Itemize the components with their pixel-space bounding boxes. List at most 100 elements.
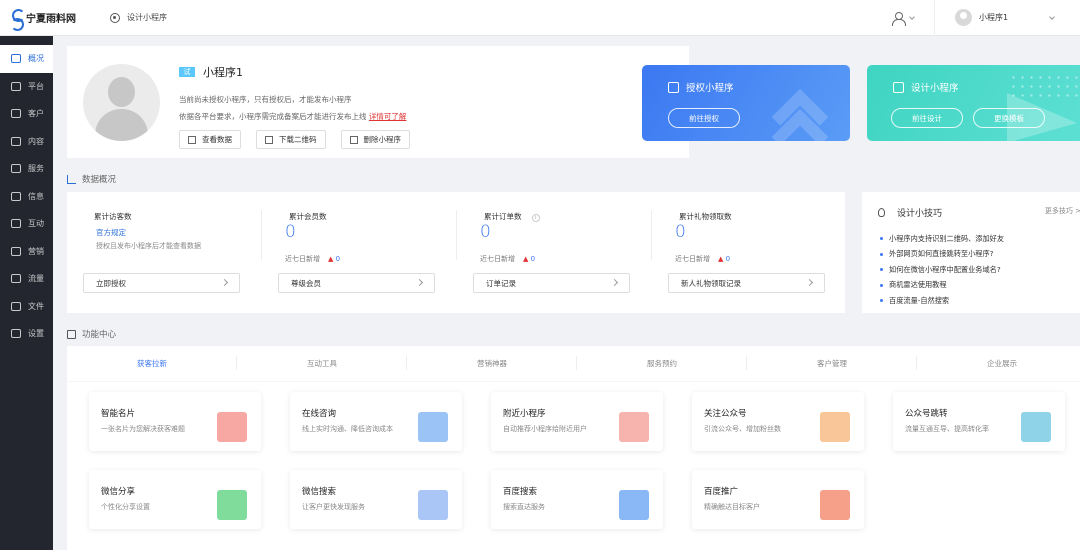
logo[interactable]: 宁夏雨料网	[10, 8, 88, 31]
account-name: 小程序1	[979, 13, 1009, 22]
service-icon	[11, 164, 21, 174]
sidebar-item-label: 设置	[28, 329, 44, 339]
feature-desc: 精确触达目标客户	[704, 503, 760, 511]
button-label: 订单记录	[486, 278, 516, 288]
stat-value: 0	[285, 222, 296, 242]
sidebar-item-settings[interactable]: 设置	[0, 320, 53, 348]
filing-details-link[interactable]: 详情可了解	[369, 112, 407, 121]
jump-icon	[1021, 412, 1051, 442]
feature-desc: 搜索直达服务	[503, 503, 545, 511]
gear-icon	[11, 329, 21, 339]
miniapp-icon	[893, 81, 904, 93]
account-switcher[interactable]: 小程序1	[934, 0, 1080, 36]
change-template-button[interactable]: 更换模板	[973, 108, 1045, 128]
sidebar-item-label: 概况	[28, 54, 44, 64]
sidebar-item-label: 营销	[28, 246, 44, 256]
feature-desc: 流量互通互导、提高转化率	[905, 425, 989, 433]
tab-customer-mgmt[interactable]: 客户管理	[747, 356, 917, 370]
tab-interaction[interactable]: 互动工具	[237, 356, 407, 370]
feature-title: 在线咨询	[302, 409, 337, 419]
feature-title: 附近小程序	[503, 409, 546, 419]
tip-item[interactable]: 如何在微信小程序中配置业务域名?	[880, 262, 1004, 278]
button-label: 立即授权	[96, 278, 126, 288]
sidebar-item-platform[interactable]: 平台	[0, 73, 53, 101]
button-label: 查看数据	[202, 135, 232, 144]
feature-card-follow-account[interactable]: 关注公众号 引流公众号、增加粉丝数	[692, 392, 864, 451]
feature-title: 百度推广	[704, 487, 739, 497]
sidebar-item-messages[interactable]: 信息	[0, 183, 53, 211]
tip-item[interactable]: 小程序内支持识别二维码、添加好友	[880, 231, 1004, 247]
view-data-button[interactable]: 查看数据	[179, 130, 241, 149]
week-label: 近七日新增	[285, 255, 320, 263]
sidebar-item-marketing[interactable]: 营销	[0, 238, 53, 266]
feature-card-wechat-share[interactable]: 微信分享 个性化分享设置	[89, 470, 261, 529]
stat-week: 近七日新增 ▲ 0	[480, 254, 535, 264]
stat-week: 近七日新增 ▲ 0	[285, 254, 340, 264]
sidebar-item-traffic[interactable]: 流量	[0, 265, 53, 293]
tag-icon	[11, 246, 21, 256]
authorize-card-title: 授权小程序	[686, 83, 734, 94]
tip-item[interactable]: 商机雷达使用教程	[880, 278, 1004, 294]
tip-item[interactable]: 外部网页如何直接跳转至小程序?	[880, 247, 1004, 263]
chart-icon	[11, 54, 21, 64]
tab-acquisition[interactable]: 获客拉新	[67, 356, 237, 370]
info-icon[interactable]: i	[531, 214, 540, 222]
megaphone-icon	[820, 490, 850, 520]
stat-note: 授权且发布小程序后才能查看数据	[96, 242, 201, 250]
user-icon	[11, 109, 21, 119]
tab-marketing[interactable]: 营销神器	[407, 356, 577, 370]
feature-card-account-jump[interactable]: 公众号跳转 流量互通互导、提高转化率	[893, 392, 1065, 451]
design-card: 设计小程序 前往设计 更换模板	[867, 65, 1080, 141]
button-label: 尊级会员	[291, 278, 321, 288]
up-arrow-icon: ▲	[718, 255, 724, 263]
authorize-now-button[interactable]: 立即授权	[83, 273, 240, 293]
sidebar-item-files[interactable]: 文件	[0, 293, 53, 321]
more-tips-link[interactable]: 更多技巧 >	[1045, 206, 1080, 216]
sidebar-item-service[interactable]: 服务	[0, 155, 53, 183]
chart-icon	[67, 174, 76, 184]
up-arrow-icon: ▲	[523, 255, 529, 263]
sidebar-item-overview[interactable]: 概况	[0, 45, 53, 73]
feature-card-online-consult[interactable]: 在线咨询 线上实时沟通、降低咨询成本	[290, 392, 462, 451]
button-label: 新人礼物领取记录	[681, 278, 741, 288]
week-value: 0	[725, 255, 731, 263]
document-icon	[11, 136, 21, 146]
go-design-button[interactable]: 前往设计	[891, 108, 963, 128]
chevron-down-icon	[909, 13, 915, 20]
order-records-button[interactable]: 订单记录	[473, 273, 630, 293]
tab-company-showcase[interactable]: 企业展示	[917, 358, 1080, 369]
section-title: 功能中心	[82, 330, 117, 340]
download-icon	[265, 135, 273, 144]
button-label: 下载二维码	[279, 135, 317, 144]
chevron-right-icon	[415, 278, 424, 287]
stat-label: 累计访客数	[94, 212, 132, 221]
app-switch-label: 设计小程序	[127, 13, 167, 22]
tab-booking[interactable]: 服务预约	[577, 356, 747, 370]
sidebar-item-interact[interactable]: 互动	[0, 210, 53, 238]
design-tips-panel: 设计小技巧 更多技巧 > 小程序内支持识别二维码、添加好友 外部网页如何直接跳转…	[862, 192, 1080, 313]
auth-notice: 当前尚未授权小程序，只有授权后，才能发布小程序	[179, 95, 352, 104]
feature-card-nearby[interactable]: 附近小程序 自动推荐小程序给附近用户	[491, 392, 663, 451]
official-rules-link[interactable]: 官方规定	[96, 227, 126, 238]
app-switch[interactable]: 设计小程序	[110, 12, 167, 23]
consult-icon	[418, 412, 448, 442]
members-button[interactable]: 尊级会员	[278, 273, 435, 293]
go-authorize-button[interactable]: 前往授权	[668, 108, 740, 128]
week-value: 0	[335, 255, 341, 263]
sidebar-item-content[interactable]: 内容	[0, 128, 53, 156]
chevron-right-icon	[220, 278, 229, 287]
lightbulb-icon	[878, 208, 885, 217]
sidebar-item-customers[interactable]: 客户	[0, 100, 53, 128]
feature-card-business-card[interactable]: 智能名片 一张名片为您解决获客难题	[89, 392, 261, 451]
feature-card-wechat-search[interactable]: 微信搜索 让客户更快发现服务	[290, 470, 462, 529]
sidebar-item-label: 服务	[28, 164, 44, 174]
sidebar-item-label: 文件	[28, 301, 44, 311]
delete-miniapp-button[interactable]: 删除小程序	[340, 130, 410, 149]
tip-item[interactable]: 百度流量-自然搜索	[880, 293, 1004, 309]
data-overview-panel: 累计访客数 官方规定 授权且发布小程序后才能查看数据 立即授权 累计会员数 0 …	[67, 192, 845, 313]
gift-records-button[interactable]: 新人礼物领取记录	[668, 273, 825, 293]
feature-card-baidu-promo[interactable]: 百度推广 精确触达目标客户	[692, 470, 864, 529]
download-qrcode-button[interactable]: 下载二维码	[256, 130, 326, 149]
feature-card-baidu-search[interactable]: 百度搜索 搜索直达服务	[491, 470, 663, 529]
user-menu[interactable]	[892, 11, 915, 26]
